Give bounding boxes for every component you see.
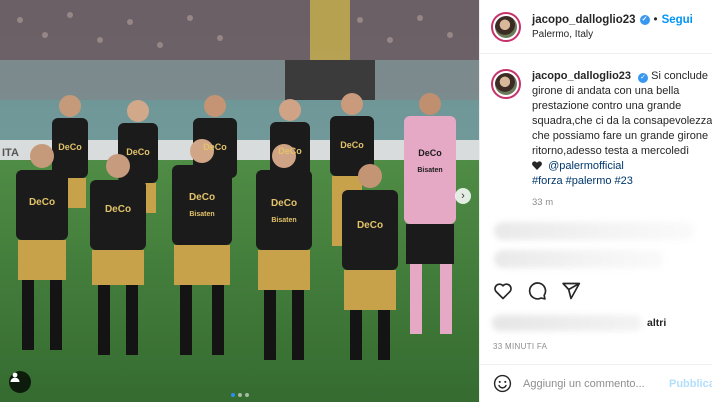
carousel-dot: [230, 393, 235, 397]
carousel-dot: [237, 393, 242, 397]
comment-input[interactable]: [523, 377, 665, 390]
follow-button[interactable]: Segui: [662, 14, 693, 26]
action-bar: [493, 281, 581, 301]
jersey-text: DeCo: [126, 147, 150, 157]
blurred-comment: [494, 222, 694, 240]
jersey-text: DeCo: [418, 148, 442, 158]
post-side-panel: jacopo_dalloglio23 ✓ • Segui Palermo, It…: [479, 0, 712, 402]
jersey-text: DeCo: [271, 198, 297, 209]
publish-button[interactable]: Pubblica: [669, 378, 712, 390]
side-banner-text: ITA: [2, 147, 19, 159]
separator-dot: •: [653, 13, 658, 26]
caption-line: girone di andata con una bella: [532, 85, 680, 97]
hashtags-link[interactable]: #forza #palermo #23: [532, 174, 712, 189]
jersey-text: DeCo: [357, 220, 383, 231]
caption-line: squadra,che ci da la consapevolezza: [532, 115, 712, 127]
heart-icon[interactable]: [493, 281, 513, 301]
likes-row[interactable]: altri: [492, 313, 707, 333]
caption: jacopo_dalloglio23 ✓ Si conclude girone …: [491, 69, 712, 210]
comment-icon[interactable]: [527, 281, 547, 301]
jersey-text: DeCo: [105, 204, 131, 215]
location-link[interactable]: Palermo, Italy: [532, 29, 693, 40]
sponsor-text: Bisaten: [189, 211, 214, 218]
post-photo[interactable]: ITA DeCo DeCo DeCo DeCo DeCo DeCo DeCo D…: [0, 0, 479, 402]
emoji-icon[interactable]: [493, 374, 512, 393]
caption-line: che possiamo fare un grande girone: [532, 130, 709, 142]
chevron-right-icon[interactable]: ›: [455, 188, 471, 204]
carousel-dots: [230, 393, 249, 397]
jersey-text: DeCo: [203, 142, 227, 152]
black-heart-icon: [532, 160, 542, 170]
sponsor-text: Bisaten: [271, 217, 296, 224]
jersey-text: DeCo: [278, 146, 302, 156]
caption-line: prestazione contro una grande: [532, 100, 682, 112]
mention-link[interactable]: @palermofficial: [548, 160, 624, 172]
comment-bar: Pubblica: [480, 364, 712, 402]
caption-timestamp: 33 m: [532, 197, 554, 208]
caption-line: ritorno,adesso testa a mercoledì: [532, 145, 690, 157]
post-timestamp: 33 MINUTI FA: [493, 342, 548, 351]
blurred-likes: [492, 315, 642, 331]
avatar[interactable]: [491, 11, 521, 42]
jersey-text: DeCo: [340, 140, 364, 150]
user-tag-icon[interactable]: [9, 371, 31, 393]
caption-line: Si conclude: [651, 70, 709, 82]
caption-username[interactable]: jacopo_dalloglio23: [532, 70, 631, 82]
verified-badge-icon: ✓: [639, 14, 650, 25]
carousel-dot: [244, 393, 249, 397]
jersey-text: DeCo: [189, 192, 215, 203]
sponsor-text: Bisaten: [417, 167, 442, 174]
verified-badge-icon: ✓: [638, 73, 649, 83]
jersey-text: DeCo: [58, 142, 82, 152]
avatar[interactable]: [491, 69, 521, 99]
post-header: jacopo_dalloglio23 ✓ • Segui Palermo, It…: [480, 0, 712, 54]
blurred-comment: [494, 250, 664, 268]
jersey-text: DeCo: [29, 197, 55, 208]
share-icon[interactable]: [561, 281, 581, 301]
team-photo-illustration: ITA DeCo DeCo DeCo DeCo DeCo DeCo DeCo D…: [0, 0, 479, 402]
header-username[interactable]: jacopo_dalloglio23: [532, 14, 636, 26]
likes-suffix: altri: [647, 317, 667, 329]
